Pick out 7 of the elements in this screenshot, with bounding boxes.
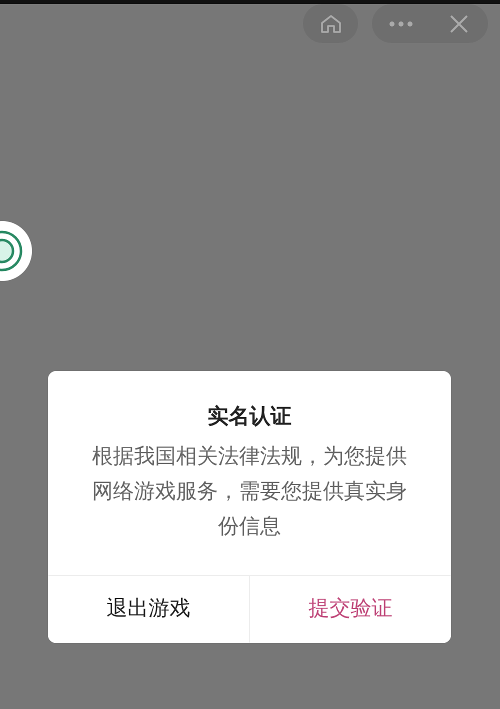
home-icon [320,14,342,34]
submit-button[interactable]: 提交验证 [249,576,451,642]
close-icon [449,14,469,34]
home-button[interactable] [303,4,358,43]
dialog-message: 根据我国相关法律法规，为您提供网络游戏服务，需要您提供真实身份信息 [91,442,408,540]
dialog-title: 实名认证 [206,403,292,430]
more-icon [389,20,413,26]
